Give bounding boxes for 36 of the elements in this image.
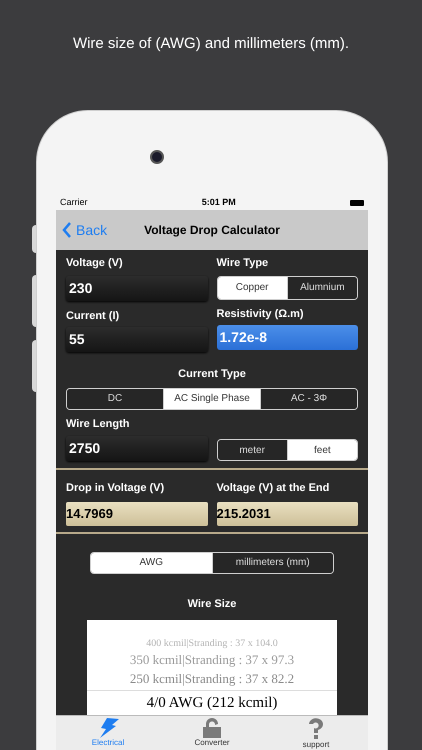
caption: Wire size of (AWG) and millimeters (mm). [72,34,350,54]
field-label: Wire Size [186,596,238,612]
clock: 5:01 PM [202,196,236,209]
segment-tab[interactable]: AC - 3Φ [260,388,357,408]
battery-icon [350,200,364,206]
segment-tab[interactable]: feet [286,440,357,460]
padlock-icon [201,718,223,738]
carrier-label: Carrier [60,196,88,209]
tab-bar-item[interactable]: Converter [160,716,264,750]
field-label: Current (I) [66,308,120,324]
segment-tab[interactable]: AWG [91,552,212,572]
field-label: Wire Length [66,416,130,432]
question-icon [308,718,324,740]
wire-size-picker[interactable]: 400 kcmil|Stranding : 37 x 104.0 350 kcmil|Stranding : 37 x 97.3 250 kcmil|Stranding : 37 x 82.2 4/0 AWG (212 kcmil) [87,620,337,715]
field-label: Wire Type [216,256,270,271]
field-label: Resistivity (Ω.m) [216,306,305,322]
field-label: Voltage (V) at the End [216,481,330,496]
result-field: 215.2031 [216,502,358,526]
segment-tab[interactable]: Copper [218,276,287,298]
segment-tab[interactable]: millimeters (mm) [212,552,333,572]
input-field[interactable]: 2750 [66,436,208,461]
segment-tab[interactable]: Alumnium [286,276,357,298]
field-label: Voltage (V) [66,256,124,271]
input-field[interactable]: 230 [66,276,208,300]
input-field[interactable]: 55 [66,327,208,352]
segment-tab[interactable]: DC [67,388,163,408]
field-label: Current Type [177,367,247,382]
lightning-icon [97,718,119,738]
input-field[interactable]: 1.72e-8 [216,325,358,350]
field-label: Drop in Voltage (V) [66,481,166,496]
screen-title: Voltage Drop Calculator [144,222,280,239]
result-field: 14.7969 [66,502,208,526]
tab-bar-item[interactable]: support [264,716,368,750]
segment-tab[interactable]: AC Single Phase [163,388,260,408]
segment-tab[interactable]: meter [218,440,287,460]
chevron-left-icon [62,222,72,238]
